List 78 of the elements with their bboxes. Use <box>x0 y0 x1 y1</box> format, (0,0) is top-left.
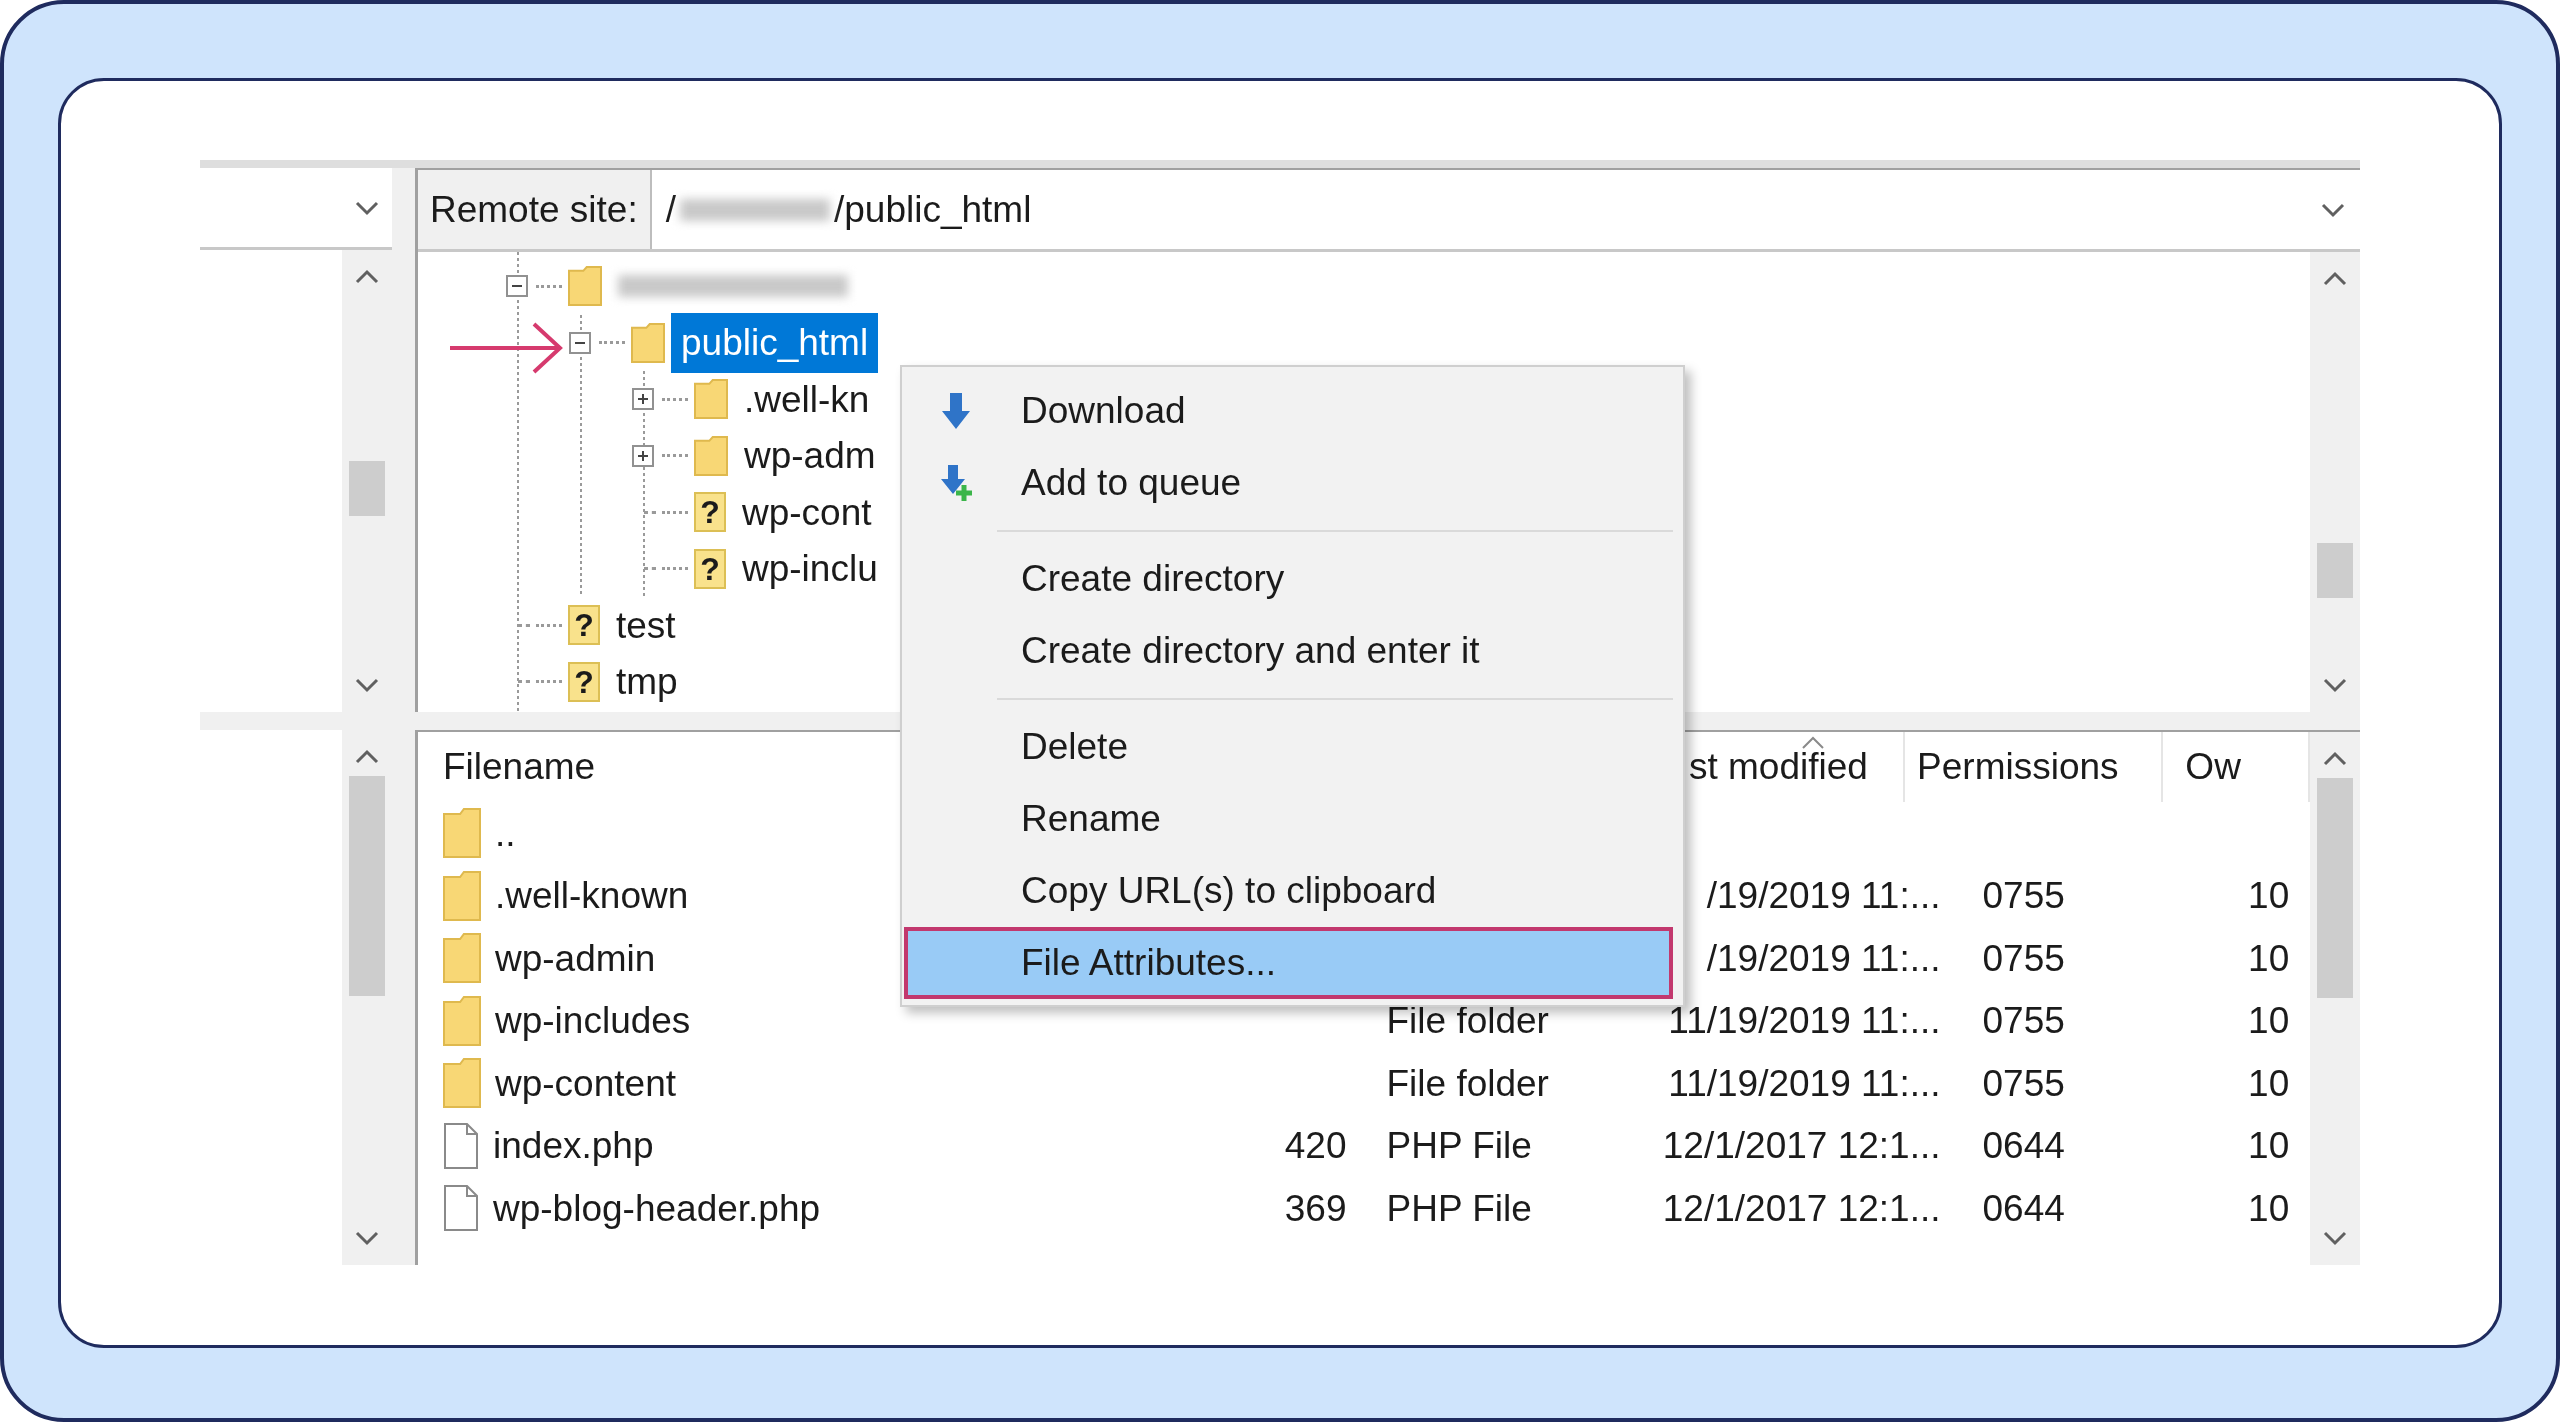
table-cell: File folder <box>1386 1062 1549 1104</box>
tree-item[interactable]: test <box>606 595 686 655</box>
file-name[interactable]: wp-admin <box>495 930 656 986</box>
scroll-down-icon[interactable] <box>2322 1229 2348 1247</box>
scrollbar-thumb[interactable] <box>349 461 385 516</box>
table-cell: 0755 <box>1982 937 2065 979</box>
table-cell: /19/2019 11:... <box>1706 875 1941 916</box>
table-cell: File folder <box>1386 1000 1549 1041</box>
menu-item[interactable]: Create directory <box>904 543 1673 615</box>
scroll-down-icon[interactable] <box>2322 676 2348 694</box>
file-name[interactable]: index.php <box>493 1118 654 1174</box>
unknown-icon: ? <box>568 605 600 646</box>
collapse-icon[interactable] <box>506 275 528 298</box>
folder-icon <box>443 1058 481 1109</box>
table-cell: 10 <box>2248 937 2290 979</box>
table-cell: 12/1/2017 12:1... <box>1662 1125 1941 1166</box>
table-cell: 420 <box>1284 1125 1347 1166</box>
table-cell: 369 <box>1284 1187 1347 1229</box>
folder-icon <box>443 808 481 859</box>
table-cell: 0755 <box>1982 875 2065 916</box>
expand-icon[interactable] <box>632 388 654 411</box>
path-field[interactable]: / /public_html <box>651 170 2360 249</box>
menu-item[interactable]: Download <box>904 375 1673 447</box>
menu-item[interactable]: Copy URL(s) to clipboard <box>904 855 1673 927</box>
folder-icon <box>694 379 728 420</box>
folder-icon <box>443 870 481 921</box>
unknown-icon: ? <box>694 492 726 533</box>
table-cell: 10 <box>2248 875 2290 916</box>
file-icon <box>443 1185 479 1232</box>
scroll-up-icon[interactable] <box>2322 750 2348 768</box>
table-cell: 10 <box>2248 1125 2290 1166</box>
folder-icon <box>443 995 481 1046</box>
table-cell: 0755 <box>1982 1000 2065 1041</box>
menu-item[interactable]: File Attributes... <box>904 927 1673 999</box>
tree-item[interactable]: wp-inclu <box>732 539 888 599</box>
folder-icon <box>631 322 665 363</box>
table-cell: 10 <box>2248 1187 2290 1229</box>
menu-item[interactable]: Add to queue <box>904 447 1673 519</box>
table-cell: 0644 <box>1982 1125 2065 1166</box>
folder-icon <box>443 933 481 984</box>
file-name[interactable]: wp-includes <box>495 993 691 1049</box>
table-cell: 10 <box>2248 1000 2290 1041</box>
scrollbar-thumb[interactable] <box>349 776 385 996</box>
scrollbar[interactable] <box>2310 252 2360 712</box>
scroll-up-icon[interactable] <box>354 748 380 766</box>
field-label: Remote site: <box>418 170 652 249</box>
table-cell: 0755 <box>1982 1062 2065 1104</box>
table-cell: 12/1/2017 12:1... <box>1662 1187 1941 1229</box>
table-cell: 10 <box>2248 1062 2290 1104</box>
collapse-icon[interactable] <box>569 331 591 354</box>
tree-item[interactable]: public_html <box>671 313 879 373</box>
table-cell: 0644 <box>1982 1187 2065 1229</box>
table-cell: 11/19/2019 11:... <box>1668 1000 1941 1041</box>
sort-icon <box>1800 736 1825 750</box>
unknown-icon: ? <box>694 548 726 589</box>
file-name[interactable]: .well-known <box>495 868 689 924</box>
scroll-down-icon[interactable] <box>354 1229 380 1247</box>
scroll-up-icon[interactable] <box>354 268 380 286</box>
file-icon <box>443 1122 479 1169</box>
table-cell: PHP File <box>1386 1187 1532 1229</box>
scrollbar-thumb[interactable] <box>2317 543 2353 598</box>
folder-icon <box>568 266 602 307</box>
expand-icon[interactable] <box>632 444 654 467</box>
scrollbar-thumb[interactable] <box>2317 778 2353 998</box>
scroll-down-icon[interactable] <box>354 676 380 694</box>
scrollbar[interactable] <box>2310 732 2360 1265</box>
file-name[interactable]: .. <box>495 805 516 861</box>
unknown-icon: ? <box>568 661 600 702</box>
table-cell: 11/19/2019 11:... <box>1668 1062 1941 1104</box>
menu-item[interactable]: Create directory and enter it <box>904 615 1673 687</box>
tree-item[interactable]: tmp <box>606 652 688 712</box>
scroll-up-icon[interactable] <box>2322 270 2348 288</box>
table-cell: PHP File <box>1386 1125 1532 1166</box>
table-cell: /19/2019 11:... <box>1706 937 1941 979</box>
file-name[interactable]: wp-content <box>495 1055 676 1111</box>
file-name[interactable]: wp-blog-header.php <box>493 1180 821 1236</box>
folder-icon <box>694 435 728 476</box>
column-header[interactable]: Permissions <box>1905 732 2164 802</box>
